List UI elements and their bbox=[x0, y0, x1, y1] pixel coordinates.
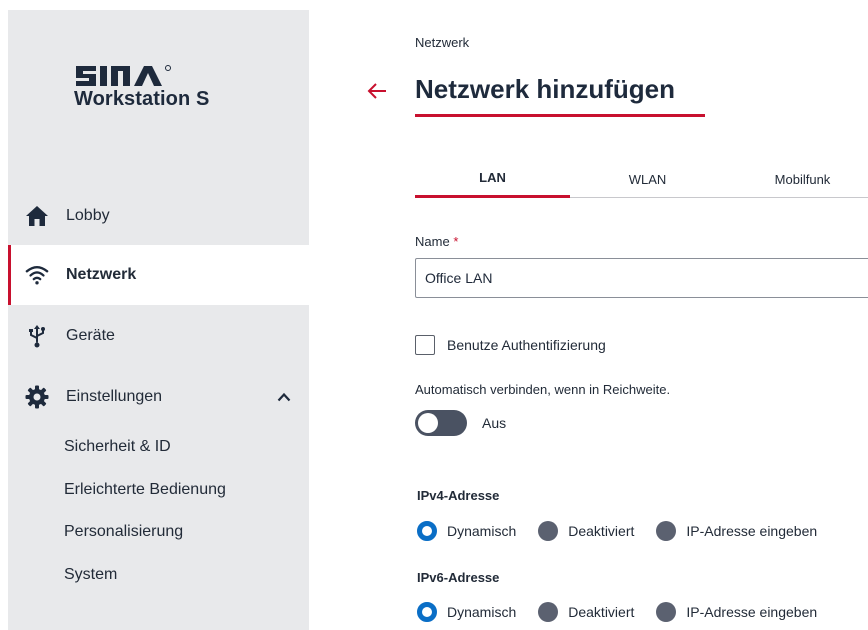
sidebar-item-geraete[interactable]: Geräte bbox=[8, 306, 309, 366]
ipv6-option-label: Dynamisch bbox=[447, 604, 517, 620]
ipv6-radio-ip-eingeben[interactable] bbox=[656, 602, 677, 622]
tab-wlan[interactable]: WLAN bbox=[570, 160, 725, 198]
usb-icon bbox=[25, 324, 49, 348]
ipv4-radio-group: Dynamisch Deaktiviert IP-Adresse eingebe… bbox=[417, 521, 839, 541]
back-arrow-icon[interactable] bbox=[366, 80, 388, 102]
chevron-up-icon[interactable] bbox=[277, 392, 291, 402]
ipv4-radio-deaktiviert[interactable] bbox=[538, 521, 559, 541]
page-title: Netzwerk hinzufügen bbox=[415, 74, 676, 104]
ipv6-radio-group: Dynamisch Deaktiviert IP-Adresse eingebe… bbox=[417, 602, 839, 622]
auto-connect-toggle[interactable] bbox=[415, 410, 467, 436]
breadcrumb[interactable]: Netzwerk bbox=[415, 35, 469, 50]
sidebar-subitem-sicherheit[interactable]: Sicherheit & ID bbox=[64, 438, 171, 456]
sidebar-subitem-erleichterte-bedienung[interactable]: Erleichterte Bedienung bbox=[64, 481, 226, 499]
auto-connect-state: Aus bbox=[482, 415, 507, 431]
sidebar: Workstation S Lobby Netzwerk Geräte Eins… bbox=[8, 10, 309, 630]
ipv6-radio-deaktiviert[interactable] bbox=[538, 602, 559, 622]
auto-connect-label: Automatisch verbinden, wenn in Reichweit… bbox=[415, 382, 671, 397]
auth-checkbox-label: Benutze Authentifizierung bbox=[447, 337, 606, 353]
logo-product-name: Workstation S bbox=[74, 88, 210, 110]
ipv4-option-label: Deaktiviert bbox=[568, 523, 635, 539]
sina-wordmark-icon bbox=[76, 65, 171, 86]
sidebar-item-einstellungen[interactable]: Einstellungen bbox=[8, 367, 309, 427]
sidebar-subitem-system[interactable]: System bbox=[64, 566, 117, 584]
sidebar-subitem-personalisierung[interactable]: Personalisierung bbox=[64, 523, 183, 541]
auth-checkbox-row[interactable]: Benutze Authentifizierung bbox=[415, 335, 606, 355]
wifi-icon bbox=[25, 263, 49, 287]
sidebar-item-label: Lobby bbox=[66, 207, 110, 224]
toggle-knob bbox=[418, 413, 438, 433]
tab-mobilfunk[interactable]: Mobilfunk bbox=[725, 160, 868, 198]
gear-icon bbox=[25, 385, 49, 409]
sina-logo: Workstation S bbox=[74, 62, 264, 110]
sidebar-item-label: Einstellungen bbox=[66, 388, 163, 405]
auth-checkbox[interactable] bbox=[415, 335, 435, 355]
ipv6-radio-dynamisch[interactable] bbox=[417, 602, 437, 622]
ipv6-label: IPv6-Adresse bbox=[417, 570, 500, 585]
sidebar-item-label: Netzwerk bbox=[66, 266, 137, 283]
ipv6-option-label: IP-Adresse eingeben bbox=[686, 604, 818, 620]
ipv6-option-label: Deaktiviert bbox=[568, 604, 635, 620]
sidebar-item-netzwerk[interactable]: Netzwerk bbox=[8, 245, 309, 305]
ipv4-label: IPv4-Adresse bbox=[417, 488, 500, 503]
ipv4-option-label: Dynamisch bbox=[447, 523, 517, 539]
home-icon bbox=[25, 204, 49, 228]
sidebar-item-lobby[interactable]: Lobby bbox=[8, 186, 309, 246]
sidebar-item-label: Geräte bbox=[66, 327, 115, 344]
name-label-text: Name bbox=[415, 234, 450, 249]
ipv4-option-label: IP-Adresse eingeben bbox=[686, 523, 818, 539]
name-input[interactable] bbox=[415, 258, 868, 298]
ipv4-radio-dynamisch[interactable] bbox=[417, 521, 437, 541]
name-field-label: Name * bbox=[415, 234, 458, 249]
required-mark: * bbox=[453, 234, 459, 249]
tab-lan[interactable]: LAN bbox=[415, 160, 570, 198]
ipv4-radio-ip-eingeben[interactable] bbox=[656, 521, 677, 541]
network-type-tabs: LAN WLAN Mobilfunk bbox=[415, 160, 868, 198]
title-underline bbox=[415, 114, 705, 117]
